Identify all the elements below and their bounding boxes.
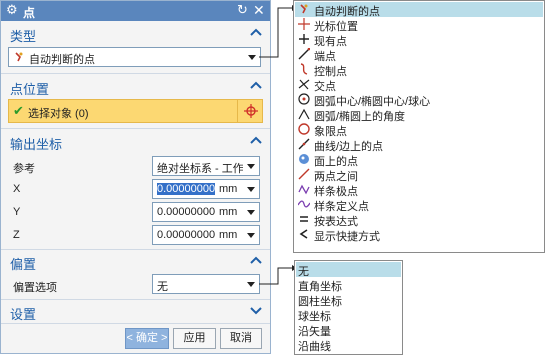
chevron-down-icon: [248, 55, 256, 60]
divider: [1, 249, 270, 250]
select-object-row[interactable]: ✔ 选择对象 (0): [8, 99, 263, 123]
z-field[interactable]: 0.00000000 mm: [152, 225, 260, 245]
gear-icon[interactable]: ⚙: [6, 3, 20, 17]
settings-label: 设置: [10, 307, 37, 322]
arc-angle-icon: [298, 108, 310, 120]
x-unit: mm: [219, 183, 238, 195]
divider: [1, 73, 270, 74]
type-section-label: 类型: [10, 29, 37, 44]
callout-arrows: [259, 5, 297, 285]
type-section-header[interactable]: 类型: [1, 23, 270, 45]
menu-item-intersection[interactable]: 交点: [295, 77, 543, 93]
settings-header[interactable]: 设置: [1, 301, 270, 323]
spline-pole-icon: [298, 184, 310, 195]
divider: [1, 128, 270, 129]
menu-item-quadrant-point[interactable]: 象限点: [295, 122, 543, 138]
offset-header[interactable]: 偏置: [1, 251, 270, 273]
menu-item-cursor-location[interactable]: 光标位置: [295, 17, 543, 33]
end-point-icon: [298, 48, 310, 60]
output-coords-label: 输出坐标: [10, 137, 63, 152]
expression-icon: [300, 216, 308, 222]
point-on-curve-icon: [298, 138, 310, 150]
offset-dropdown-menu: 无 直角坐标 圆柱坐标 球坐标 沿矢量 沿曲线: [294, 260, 403, 355]
offset-option-label: 偏置选项: [13, 282, 57, 294]
shortcut-icon: [299, 229, 308, 239]
menu-item-expression[interactable]: 按表达式: [295, 212, 543, 228]
chevron-down-icon[interactable]: [250, 305, 262, 315]
y-label: Y: [13, 206, 21, 218]
type-dropdown-menu: 自动判断的点 光标位置 现有点 端点 控制点 交点 圆弧中心/椭圆中心/球心 圆…: [293, 0, 545, 253]
menu-item-arc-angle[interactable]: 圆弧/椭圆上的角度: [295, 107, 543, 123]
between-points-icon: [298, 168, 310, 180]
select-object-label: 选择对象 (0): [28, 108, 89, 120]
type-combo-value: 自动判断的点: [29, 54, 95, 66]
apply-button[interactable]: 应用: [173, 328, 216, 349]
menu-item-between-points[interactable]: 两点之间: [295, 167, 543, 183]
menu-item-spline-defining-point[interactable]: 样条定义点: [295, 197, 543, 213]
menu-item-arc-center[interactable]: 圆弧中心/椭圆中心/球心: [295, 92, 543, 108]
offset-label: 偏置: [10, 257, 37, 272]
dialog-title: 点: [23, 6, 36, 20]
point-on-face-icon: [299, 154, 309, 164]
existing-point-icon: [299, 34, 309, 44]
menu-item-spline-pole[interactable]: 样条极点: [295, 182, 543, 198]
x-field[interactable]: 0.00000000 mm: [152, 179, 260, 199]
chevron-down-icon: [247, 282, 255, 287]
crosshair-icon: [244, 104, 258, 118]
offset-item-spherical[interactable]: 球坐标: [296, 307, 401, 323]
offset-item-rectangular[interactable]: 直角坐标: [296, 277, 401, 293]
menu-item-end-point[interactable]: 端点: [295, 47, 543, 63]
point-location-header[interactable]: 点位置: [1, 76, 270, 98]
arc-center-icon: [298, 93, 310, 105]
chevron-down-icon[interactable]: [247, 233, 255, 238]
ok-button[interactable]: < 确定 >: [125, 328, 169, 349]
x-label: X: [13, 183, 21, 195]
menu-item-point-on-curve[interactable]: 曲线/边上的点: [295, 137, 543, 153]
chevron-down-icon[interactable]: [247, 187, 255, 192]
checkmark-icon: ✔: [13, 103, 24, 118]
offset-option-combo[interactable]: 无: [152, 274, 260, 294]
z-unit: mm: [219, 229, 238, 241]
menu-item-label: 显示快捷方式: [314, 231, 380, 243]
inferred-point-icon: [300, 4, 308, 14]
offset-item-none[interactable]: 无: [296, 262, 401, 278]
offset-item-cylindrical[interactable]: 圆柱坐标: [296, 292, 401, 308]
point-dialog: ⚙ 点 ↻ ✕ 类型 自动判断的点 点位置 ✔ 选择对象 (0) 输出坐标 参考…: [0, 0, 271, 354]
y-field[interactable]: 0.00000000 mm: [152, 202, 260, 222]
quadrant-point-icon: [298, 123, 310, 135]
inferred-point-icon: [15, 52, 23, 62]
chevron-down-icon[interactable]: [247, 210, 255, 215]
menu-item-existing-point[interactable]: 现有点: [295, 32, 543, 48]
menu-item-control-point[interactable]: 控制点: [295, 62, 543, 78]
point-location-label: 点位置: [10, 82, 50, 97]
offset-item-label: 沿曲线: [298, 341, 331, 353]
spline-defining-point-icon: [298, 200, 310, 208]
y-unit: mm: [219, 206, 238, 218]
z-value[interactable]: 0.00000000: [157, 229, 215, 241]
cursor-location-icon: [298, 18, 310, 30]
menu-item-point-on-face[interactable]: 面上的点: [295, 152, 543, 168]
reference-combo[interactable]: 绝对坐标系 - 工作: [152, 156, 260, 176]
offset-item-along-curve[interactable]: 沿曲线: [296, 337, 401, 353]
menu-item-show-shortcuts[interactable]: 显示快捷方式: [295, 227, 543, 243]
offset-item-along-vector[interactable]: 沿矢量: [296, 322, 401, 338]
control-point-icon: [300, 63, 308, 75]
menu-item-inferred-point[interactable]: 自动判断的点: [295, 2, 543, 18]
z-label: Z: [13, 229, 20, 241]
reference-label: 参考: [13, 163, 35, 175]
divider: [1, 323, 270, 324]
reset-icon[interactable]: ↻: [237, 3, 248, 17]
offset-option-value: 无: [157, 281, 168, 293]
type-combo[interactable]: 自动判断的点: [8, 47, 261, 67]
divider: [1, 299, 270, 300]
cancel-button[interactable]: 取消: [220, 328, 262, 349]
x-value[interactable]: 0.00000000: [157, 183, 215, 195]
title-bar: ⚙ 点 ↻ ✕: [1, 1, 270, 21]
intersection-icon: [298, 79, 310, 90]
reference-value: 绝对坐标系 - 工作: [157, 163, 243, 175]
chevron-down-icon: [247, 164, 255, 169]
output-coords-header[interactable]: 输出坐标: [1, 131, 270, 153]
y-value[interactable]: 0.00000000: [157, 206, 215, 218]
